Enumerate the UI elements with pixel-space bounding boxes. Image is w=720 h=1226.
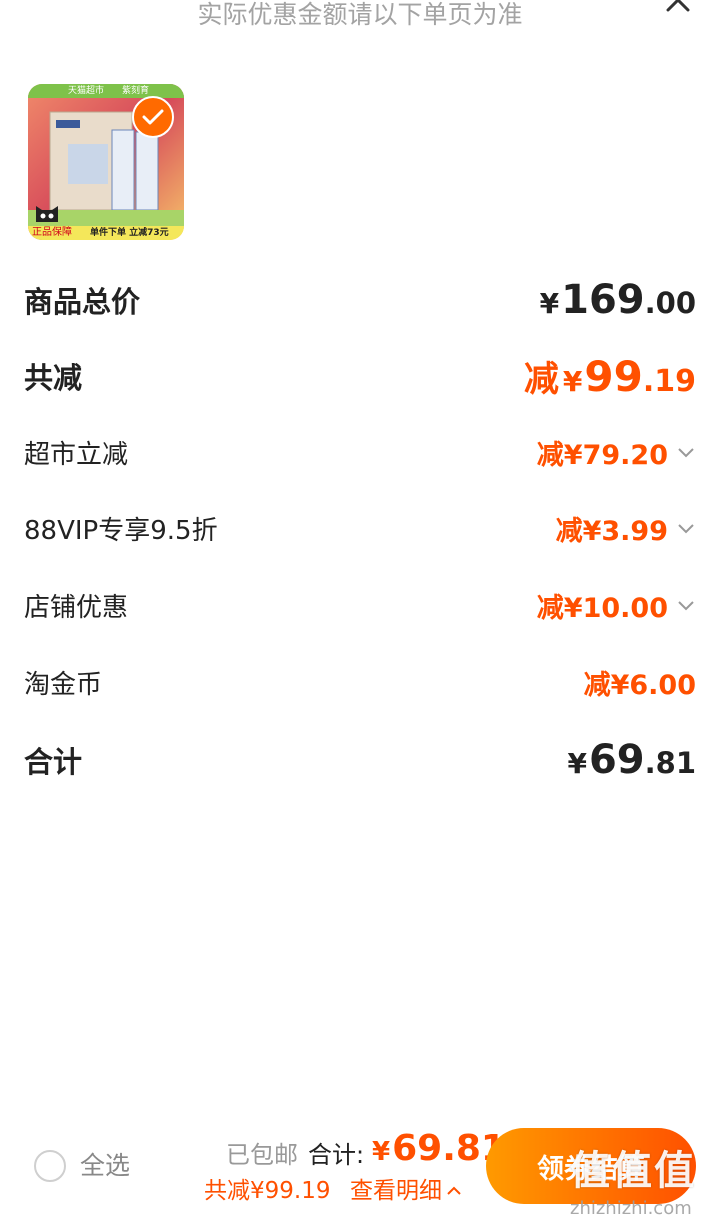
coins-discount-label: 淘金币 — [24, 669, 103, 700]
row-coins-discount: 淘金币 减¥6.00 — [24, 652, 696, 712]
close-icon[interactable] — [664, 0, 692, 14]
chevron-down-icon[interactable] — [676, 595, 696, 615]
supermarket-discount-value: 减¥79.20 — [536, 439, 668, 471]
coins-discount-value: 减¥6.00 — [583, 669, 696, 701]
check-icon — [142, 109, 164, 125]
row-supermarket-discount[interactable]: 超市立减 减¥79.20 — [24, 422, 696, 482]
bottom-saved-text: 共减¥99.19 — [204, 1178, 331, 1204]
row-store-discount[interactable]: 店铺优惠 减¥10.00 — [24, 575, 696, 635]
row-total-discount: 共减 减 ¥ 99 .19 — [24, 346, 696, 406]
select-all-radio[interactable] — [34, 1150, 66, 1182]
select-all-label[interactable]: 全选 — [80, 1150, 130, 1182]
total-discount-label: 共减 — [24, 361, 83, 395]
total-discount-value: 减 ¥ 99 .19 — [523, 351, 696, 401]
tmall-cat-icon — [36, 206, 58, 222]
vip-discount-label: 88VIP专享9.5折 — [24, 515, 218, 546]
supermarket-discount-label: 超市立减 — [24, 439, 129, 470]
vip-discount-value: 减¥3.99 — [555, 515, 668, 547]
store-discount-value: 减¥10.00 — [536, 592, 668, 624]
row-vip-discount[interactable]: 88VIP专享9.5折 减¥3.99 — [24, 498, 696, 558]
checkout-bar: 全选 已包邮 合计: ¥ 69.81 共减¥99.19 查看明细 领券结算 — [0, 1118, 720, 1226]
sum-label: 合计 — [24, 745, 83, 779]
row-total-price: 商品总价 ¥ 169 .00 — [24, 270, 696, 330]
chevron-down-icon[interactable] — [676, 518, 696, 538]
selected-check-badge[interactable] — [132, 96, 174, 138]
sum-value: ¥ 69 .81 — [567, 737, 696, 783]
chevron-up-icon — [447, 1186, 461, 1195]
store-discount-label: 店铺优惠 — [24, 592, 129, 623]
chevron-down-icon[interactable] — [676, 442, 696, 462]
claim-coupon-checkout-button[interactable]: 领券结算 — [486, 1128, 696, 1204]
total-price-label: 商品总价 — [24, 285, 141, 319]
bottom-total-label: 合计: — [308, 1141, 365, 1169]
banner-right-text: 紫刻育 — [122, 86, 150, 96]
notice-text: 实际优惠金额请以下单页为准 — [197, 0, 523, 29]
shipping-status: 已包邮 — [226, 1141, 298, 1169]
promo-text: 单件下单 立减73元 — [90, 228, 169, 238]
total-price-value: ¥ 169 .00 — [539, 277, 696, 323]
guarantee-text: 正品保障 — [32, 227, 72, 238]
row-sum: 合计 ¥ 69 .81 — [24, 730, 696, 790]
view-detail-link[interactable]: 查看明细 — [350, 1174, 463, 1208]
banner-left-text: 天猫超市 — [68, 86, 105, 96]
